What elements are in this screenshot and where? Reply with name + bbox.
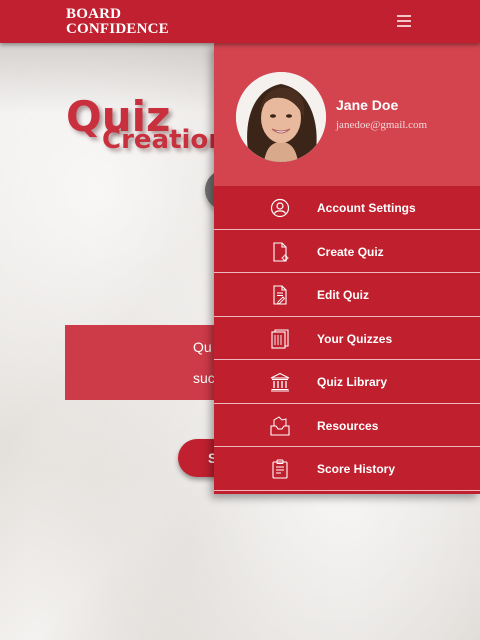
hamburger-icon (397, 15, 411, 17)
menu-item-label: Account Settings (317, 201, 416, 215)
documents-stack-icon (270, 328, 290, 349)
avatar[interactable] (236, 72, 326, 162)
user-icon (270, 198, 290, 218)
page-title-word-2: Creation (102, 125, 227, 155)
success-message-line-1: Qu (193, 339, 212, 355)
success-message-box: Qu suc (65, 325, 225, 400)
hamburger-icon-bar (397, 25, 411, 27)
brand-line-1: BOARD (66, 6, 122, 22)
menu-item-label: Quiz Library (317, 375, 388, 389)
menu-item-label: Score History (317, 462, 396, 476)
edit-document-icon (270, 285, 290, 305)
menu-item-your-quizzes[interactable]: Your Quizzes (214, 317, 480, 360)
drawer-menu: Account Settings Create Quiz Edit Quiz Y… (214, 186, 480, 491)
menu-item-label: Resources (317, 418, 379, 433)
avatar-photo (236, 72, 326, 162)
menu-item-score-history[interactable]: Score History (214, 447, 480, 491)
menu-item-account-settings[interactable]: Account Settings (214, 186, 480, 230)
success-message-line-2: suc (193, 370, 215, 386)
clipboard-icon (270, 459, 290, 479)
menu-item-resources[interactable]: Resources (214, 404, 480, 447)
top-app-bar: BOARD CONFIDENCE (0, 0, 480, 43)
hamburger-icon-bar (397, 20, 411, 22)
menu-item-quiz-library[interactable]: Quiz Library (214, 360, 480, 404)
profile-header: Jane Doe janedoe@gmail.com (214, 43, 480, 186)
user-email: janedoe@gmail.com (336, 119, 428, 131)
user-name: Jane Doe (336, 97, 399, 113)
brand-line-2: CONFIDENCE (66, 21, 169, 37)
menu-item-create-quiz[interactable]: Create Quiz (214, 230, 480, 273)
create-document-icon (270, 241, 290, 262)
brand-logo[interactable]: BOARD CONFIDENCE (66, 7, 169, 37)
library-building-icon (270, 372, 290, 392)
menu-item-label: Edit Quiz (317, 288, 369, 302)
menu-item-edit-quiz[interactable]: Edit Quiz (214, 273, 480, 317)
menu-item-label: Your Quizzes (317, 331, 393, 346)
navigation-drawer: Jane Doe janedoe@gmail.com Account Setti… (214, 43, 480, 494)
inbox-tray-icon (270, 415, 290, 436)
menu-item-label: Create Quiz (317, 244, 384, 259)
menu-toggle-button[interactable] (397, 15, 413, 27)
